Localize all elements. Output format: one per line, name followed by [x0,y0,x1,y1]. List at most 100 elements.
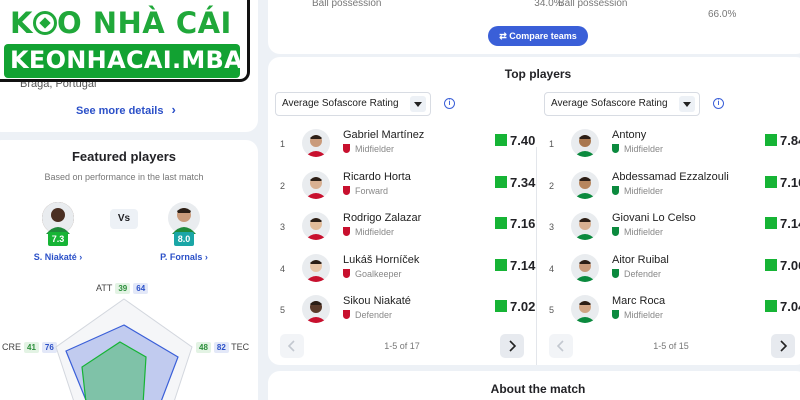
club-crest-icon [343,268,350,278]
top-players-title: Top players [504,67,572,81]
club-crest-icon [612,227,619,236]
soccer-ball-icon [32,11,57,35]
player-position: Defender [343,310,392,320]
home-rating-select[interactable]: Average Sofascore Rating [275,92,431,116]
player-rank: 3 [549,222,555,232]
player-name-link[interactable]: S. Niakaté › [28,252,88,262]
info-icon[interactable]: i [713,98,724,109]
player-name-link[interactable]: P. Fornals › [154,252,214,262]
avatar [571,212,599,240]
player-rank: 1 [280,139,286,149]
player-position: Midfielder [612,185,663,196]
logo-line2: KEONHACAI.MBA [4,44,243,78]
featured-player-right[interactable]: 8.0 P. Fornals › [154,202,214,262]
club-crest-icon [612,144,619,153]
avatar [302,170,330,199]
player-rating: 7.16 [495,216,535,231]
next-page-button[interactable] [500,334,524,358]
player-position: Forward [343,185,388,196]
see-more-details-link[interactable]: See more details › [76,102,176,117]
player-rank: 2 [280,180,286,191]
player-rating: 7.06 [765,258,800,273]
rating-swatch [765,217,777,229]
player-row[interactable]: 3 Rodrigo Zalazar Midfielder 7.16 [280,209,535,249]
chevron-right-icon: › [171,102,176,117]
player-name: Ricardo Horta [343,170,411,183]
player-row[interactable]: 1 Gabriel Martínez Midfielder 7.40 [280,126,535,166]
player-name: Marc Roca [612,295,666,307]
player-position: Midfielder [612,227,663,237]
player-position: Midfielder [612,310,663,320]
compare-teams-button[interactable]: ⇄ Compare teams [488,26,588,46]
rating-badge: 7.3 [48,232,68,246]
vs-label: Vs [110,209,138,229]
player-row[interactable]: 5 Sikou Niakaté Defender 7.02 [280,292,535,332]
player-name: Aitor Ruibal [612,253,669,266]
player-row[interactable]: 4 Lukáš Horníček Goalkeeper 7.14 [280,251,535,291]
watermark-logo: KO NHÀ CÁI KEONHACAI.MBA [0,0,250,82]
possession-left: Ball possession 34.0% [312,0,563,9]
player-position: Defender [612,268,661,279]
rating-swatch [765,134,777,146]
info-icon[interactable]: i [444,98,455,109]
player-rank: 4 [549,263,555,274]
player-position: Goalkeeper [343,268,402,279]
player-row[interactable]: 1 Antony Midfielder 7.84 [549,126,800,166]
rating-swatch [495,134,507,146]
chevron-down-icon [679,96,695,112]
player-rank: 5 [280,305,286,315]
player-rank: 3 [280,222,286,232]
player-rank: 4 [280,263,286,274]
player-rating: 7.02 [495,299,535,314]
possession-right: Ball possession 66.0% [558,0,737,20]
player-rating: 7.14 [495,258,535,273]
match-stats-strip: Ball possession 34.0% Ball possession 66… [268,0,800,54]
player-rating: 7.04 [765,299,800,314]
avatar [571,295,599,323]
compare-icon: ⇄ [499,31,507,41]
player-rating: 7.84 [765,133,800,148]
chevron-down-icon [410,96,426,112]
pager-label: 1-5 of 17 [384,341,420,351]
radar-cre: CRE 41 76 [2,342,57,353]
avatar [302,295,330,323]
rating-swatch [495,300,507,312]
see-more-label: See more details [76,105,164,117]
club-crest-icon [343,185,350,195]
prev-page-button[interactable] [549,334,573,358]
featured-players-card: Featured players Based on performance in… [0,140,258,400]
player-row[interactable]: 2 Ricardo Horta Forward 7.34 [280,168,535,208]
club-crest-icon [612,185,619,195]
avatar [168,202,200,234]
radar-chart [55,298,193,400]
player-name: Lukáš Horníček [343,253,420,266]
player-name: Giovani Lo Celso [612,212,696,224]
radar-tec: 48 82 TEC [193,342,249,353]
about-title: About the match [490,382,586,396]
player-row[interactable]: 3 Giovani Lo Celso Midfielder 7.14 [549,209,800,249]
player-name: Abdessamad Ezzalzouli [612,170,729,183]
rating-swatch [495,217,507,229]
rating-swatch [765,300,777,312]
prev-page-button[interactable] [280,334,304,358]
rating-swatch [765,258,777,271]
player-row[interactable]: 5 Marc Roca Midfielder 7.04 [549,292,800,332]
player-rating: 7.40 [495,133,535,148]
home-pager: 1-5 of 17 [280,334,524,358]
club-crest-icon [612,310,619,319]
player-rank: 1 [549,139,555,149]
player-name: Rodrigo Zalazar [343,212,422,224]
player-position: Midfielder [343,144,394,154]
player-row[interactable]: 2 Abdessamad Ezzalzouli Midfielder 7.16 [549,168,800,208]
about-match-card: About the match [268,371,800,400]
rating-badge: 8.0 [174,232,194,246]
player-position: Midfielder [343,227,394,237]
top-players-card: Top players Average Sofascore Rating i A… [268,57,800,365]
away-rating-select[interactable]: Average Sofascore Rating [544,92,700,116]
away-pager: 1-5 of 15 [549,334,795,358]
avatar [302,253,330,282]
featured-player-left[interactable]: 7.3 S. Niakaté › [28,202,88,262]
next-page-button[interactable] [771,334,795,358]
avatar [42,202,74,234]
player-row[interactable]: 4 Aitor Ruibal Defender 7.06 [549,251,800,291]
